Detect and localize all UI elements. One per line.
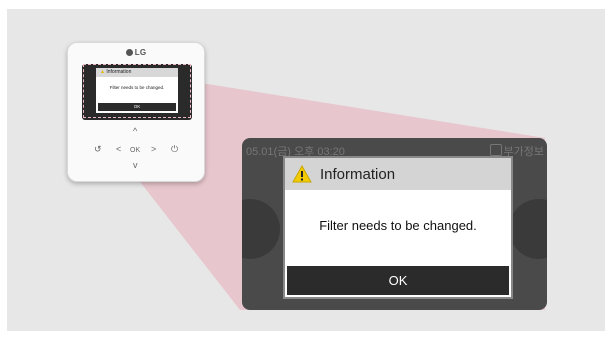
right-side-circle [509, 199, 547, 259]
power-icon: ⏻ [171, 144, 179, 154]
back-icon: ↺ [94, 144, 102, 154]
right-button[interactable]: > [151, 145, 156, 154]
information-dialog: Information Filter needs to be changed. … [283, 156, 513, 299]
mini-dialog-message: Filter needs to be changed. [109, 85, 165, 90]
left-side-circle [242, 199, 280, 259]
info-icon [489, 144, 502, 156]
warning-icon [292, 165, 312, 183]
mini-dialog: ▲ Information Filter needs to be changed… [96, 68, 178, 113]
power-button[interactable]: ⏻ [171, 145, 178, 154]
brand-logo: LG [68, 48, 204, 57]
mini-dialog-title: ▲ Information [96, 68, 178, 77]
dialog-title-text: Information [320, 165, 396, 183]
remote-controller: LG ▲ Information Filter needs to be chan… [67, 42, 205, 182]
ok-button[interactable]: OK [130, 146, 140, 155]
lg-logo-icon [125, 49, 133, 56]
left-button[interactable]: < [116, 145, 121, 154]
mini-ok-button[interactable]: OK [98, 103, 176, 111]
back-button[interactable]: ↺ [94, 145, 102, 154]
warning-icon: ▲ [100, 69, 105, 75]
dialog-ok-button[interactable]: OK [287, 266, 509, 295]
down-button[interactable]: v [133, 161, 138, 170]
dialog-title: Information [285, 158, 511, 190]
up-button[interactable]: ^ [133, 127, 137, 136]
dialog-message: Filter needs to be changed. [319, 218, 477, 233]
